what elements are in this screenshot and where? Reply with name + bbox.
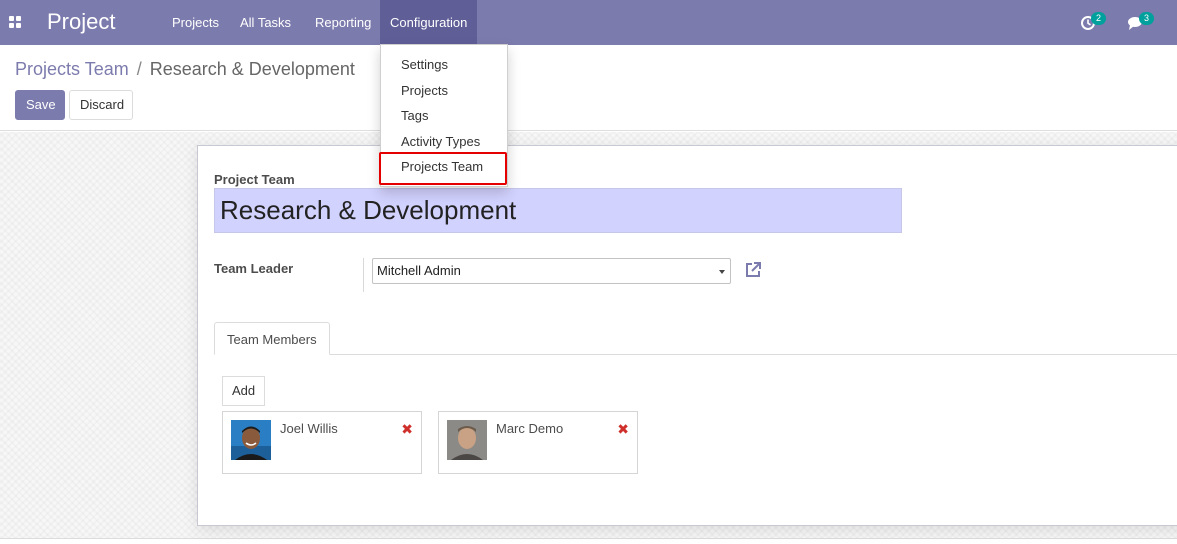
avatar xyxy=(447,420,487,460)
menu-reporting[interactable]: Reporting xyxy=(305,0,381,45)
discard-button[interactable]: Discard xyxy=(69,90,133,120)
form-sheet: Project Team Research & Development Team… xyxy=(197,145,1177,526)
team-leader-label: Team Leader xyxy=(214,261,294,276)
breadcrumb-separator: / xyxy=(136,59,142,79)
caret-down-icon xyxy=(719,270,725,274)
messages-menu[interactable]: 3 xyxy=(1127,12,1157,32)
breadcrumb-parent[interactable]: Projects Team xyxy=(15,59,129,79)
team-name-input[interactable]: Research & Development xyxy=(214,188,902,233)
save-button[interactable]: Save xyxy=(15,90,65,120)
bottom-divider xyxy=(0,538,1177,539)
member-card[interactable]: Marc Demo ✖ xyxy=(438,411,638,474)
add-member-button[interactable]: Add xyxy=(222,376,266,406)
menu-projects[interactable]: Projects xyxy=(162,0,229,45)
highlight-box xyxy=(379,152,507,185)
activity-badge: 2 xyxy=(1091,12,1106,25)
project-team-label: Project Team xyxy=(214,172,295,187)
control-panel: Projects Team / Research & Development S… xyxy=(0,45,1177,131)
team-leader-select[interactable]: Mitchell Admin xyxy=(372,258,731,284)
apps-grid-icon[interactable] xyxy=(9,16,21,28)
app-brand[interactable]: Project xyxy=(47,8,115,36)
dropdown-item-activity-types[interactable]: Activity Types xyxy=(401,132,480,152)
activity-menu[interactable]: 2 xyxy=(1080,12,1110,32)
external-link-icon[interactable] xyxy=(743,260,763,280)
avatar xyxy=(231,420,271,460)
breadcrumb: Projects Team / Research & Development xyxy=(15,58,355,80)
tab-underline xyxy=(214,354,1177,355)
tab-team-members[interactable]: Team Members xyxy=(214,322,330,355)
remove-x-icon[interactable]: ✖ xyxy=(617,422,629,436)
member-name: Joel Willis xyxy=(280,421,338,436)
menu-all-tasks[interactable]: All Tasks xyxy=(230,0,301,45)
breadcrumb-current: Research & Development xyxy=(149,59,355,79)
top-navbar: Project Projects All Tasks Reporting Con… xyxy=(0,0,1177,45)
member-card[interactable]: Joel Willis ✖ xyxy=(222,411,422,474)
field-separator xyxy=(363,258,364,292)
dropdown-item-tags[interactable]: Tags xyxy=(401,106,428,126)
messages-badge: 3 xyxy=(1139,12,1154,25)
dropdown-item-projects[interactable]: Projects xyxy=(401,81,448,101)
member-name: Marc Demo xyxy=(496,421,564,436)
dropdown-item-settings[interactable]: Settings xyxy=(401,55,448,75)
menu-configuration[interactable]: Configuration xyxy=(380,0,478,45)
team-leader-value: Mitchell Admin xyxy=(377,263,461,278)
remove-x-icon[interactable]: ✖ xyxy=(401,422,413,436)
